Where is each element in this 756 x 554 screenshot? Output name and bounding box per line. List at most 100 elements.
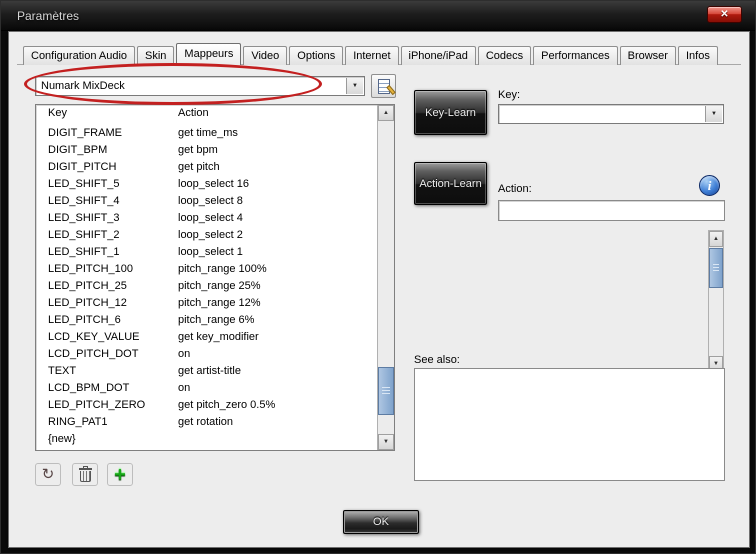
window-title: Paramètres <box>17 9 79 23</box>
scrollbar-thumb[interactable] <box>378 367 394 415</box>
description-scrollbar[interactable]: ▲ ▼ <box>708 230 724 373</box>
mapping-action: pitch_range 12% <box>178 295 261 312</box>
mapping-row[interactable]: LED_PITCH_6 pitch_range 6% <box>36 312 377 329</box>
mapping-row[interactable]: LED_SHIFT_1loop_select 1 <box>36 244 377 261</box>
mapping-action: get bpm <box>178 142 218 159</box>
list-header: Key Action <box>36 107 377 124</box>
mapping-key: LED_PITCH_ZERO <box>48 397 145 414</box>
mapping-key: RING_PAT1 <box>48 414 108 431</box>
mapping-row[interactable]: {new} <box>36 431 377 448</box>
list-rows: DIGIT_FRAMEget time_msDIGIT_BPMget bpmDI… <box>36 125 377 449</box>
chevron-down-icon[interactable]: ▼ <box>705 106 722 122</box>
mapping-key: TEXT <box>48 363 76 380</box>
close-icon: ✕ <box>720 9 728 20</box>
mapping-row[interactable]: LED_PITCH_ZERO get pitch_zero 0.5% <box>36 397 377 414</box>
plus-icon: + <box>114 466 126 484</box>
mapping-row[interactable]: LCD_KEY_VALUE get key_modifier <box>36 329 377 346</box>
mapping-row[interactable]: LED_PITCH_100 pitch_range 100% <box>36 261 377 278</box>
mapping-row[interactable]: DIGIT_FRAMEget time_ms <box>36 125 377 142</box>
see-also-list[interactable] <box>414 368 725 481</box>
mapping-key: LED_SHIFT_3 <box>48 210 120 227</box>
mapping-action: pitch_range 25% <box>178 278 261 295</box>
action-learn-button[interactable]: Action-Learn <box>414 162 487 205</box>
mapping-key: {new} <box>48 431 76 448</box>
action-label: Action: <box>498 183 532 195</box>
mapping-key: LED_PITCH_12 <box>48 295 127 312</box>
mapping-key: DIGIT_PITCH <box>48 159 116 176</box>
scroll-down-icon[interactable]: ▼ <box>378 434 394 450</box>
list-scrollbar[interactable]: ▲ ▼ <box>377 105 394 450</box>
mapping-row[interactable]: LED_PITCH_12 pitch_range 12% <box>36 295 377 312</box>
mapping-row[interactable]: LCD_PITCH_DOT on <box>36 346 377 363</box>
reload-icon: ↻ <box>42 467 55 482</box>
mapping-row[interactable]: LED_SHIFT_3 loop_select 4 <box>36 210 377 227</box>
mapping-action: get key_modifier <box>178 329 259 346</box>
scroll-up-icon[interactable]: ▲ <box>378 105 394 121</box>
mapping-action: get artist-title <box>178 363 241 380</box>
tab-browser[interactable]: Browser <box>620 46 676 65</box>
add-mapping-button[interactable]: + <box>107 463 133 486</box>
mapping-key: LED_SHIFT_1 <box>48 244 120 261</box>
tab-options[interactable]: Options <box>289 46 343 65</box>
mapping-action: get pitch_zero 0.5% <box>178 397 275 414</box>
mapping-row[interactable]: LED_PITCH_25pitch_range 25% <box>36 278 377 295</box>
tab-internet[interactable]: Internet <box>345 46 398 65</box>
tab-performances[interactable]: Performances <box>533 46 617 65</box>
mapping-row[interactable]: LCD_BPM_DOT on <box>36 380 377 397</box>
mapping-row[interactable]: LED_SHIFT_4 loop_select 8 <box>36 193 377 210</box>
tab-video[interactable]: Video <box>243 46 287 65</box>
mapping-action: loop_select 16 <box>178 176 249 193</box>
mapping-key: LCD_KEY_VALUE <box>48 329 140 346</box>
see-also-label: See also: <box>414 354 460 366</box>
mapping-key: LED_PITCH_100 <box>48 261 133 278</box>
scroll-up-icon[interactable]: ▲ <box>709 231 723 247</box>
mapping-row[interactable]: DIGIT_PITCH get pitch <box>36 159 377 176</box>
edit-mapper-button[interactable] <box>371 74 396 98</box>
mapping-action: pitch_range 6% <box>178 312 254 329</box>
mapping-action: loop_select 2 <box>178 227 243 244</box>
key-learn-button[interactable]: Key-Learn <box>414 90 487 135</box>
mapping-action: pitch_range 100% <box>178 261 267 278</box>
ok-button[interactable]: OK <box>343 510 419 534</box>
mapping-key: LED_SHIFT_5 <box>48 176 120 193</box>
mapping-page-icon <box>378 79 390 94</box>
mapping-action: on <box>178 380 190 397</box>
key-select[interactable]: ▼ <box>498 104 724 124</box>
chevron-down-icon[interactable]: ▼ <box>346 78 363 94</box>
mapping-row[interactable]: LED_SHIFT_5 loop_select 16 <box>36 176 377 193</box>
mapping-action: get pitch <box>178 159 220 176</box>
mapping-action: on <box>178 346 190 363</box>
tab-infos[interactable]: Infos <box>678 46 718 65</box>
mapping-action: get time_ms <box>178 125 238 142</box>
tab-codecs[interactable]: Codecs <box>478 46 531 65</box>
column-header-key: Key <box>48 107 67 119</box>
mapping-key: LED_SHIFT_4 <box>48 193 120 210</box>
action-input[interactable] <box>498 200 725 221</box>
mapping-key: LED_PITCH_6 <box>48 312 121 329</box>
tab-configuration-audio[interactable]: Configuration Audio <box>23 46 135 65</box>
mapping-key: LCD_BPM_DOT <box>48 380 129 397</box>
mapping-action: loop_select 8 <box>178 193 243 210</box>
column-header-action: Action <box>178 107 209 119</box>
mapping-key: LED_SHIFT_2 <box>48 227 120 244</box>
scrollbar-thumb[interactable] <box>709 248 723 288</box>
mapping-action: loop_select 4 <box>178 210 243 227</box>
mapping-row[interactable]: RING_PAT1get rotation <box>36 414 377 431</box>
key-select-value <box>504 105 703 123</box>
mapping-row[interactable]: LED_SHIFT_2 loop_select 2 <box>36 227 377 244</box>
tab-strip: Configuration AudioSkinMappeursVideoOpti… <box>23 43 720 65</box>
tab-mappeurs[interactable]: Mappeurs <box>176 43 241 65</box>
reset-mapping-button[interactable]: ↻ <box>35 463 61 486</box>
mapping-row[interactable]: TEXT get artist-title <box>36 363 377 380</box>
device-select[interactable]: Numark MixDeck ▼ <box>35 76 365 96</box>
titlebar: Paramètres ✕ <box>1 1 755 31</box>
trash-icon <box>79 467 92 483</box>
mapping-row[interactable]: DIGIT_BPMget bpm <box>36 142 377 159</box>
mapping-key: LCD_PITCH_DOT <box>48 346 138 363</box>
tab-skin[interactable]: Skin <box>137 46 174 65</box>
mapping-list[interactable]: Key Action DIGIT_FRAMEget time_msDIGIT_B… <box>35 104 395 451</box>
tab-iphone-ipad[interactable]: iPhone/iPad <box>401 46 476 65</box>
close-button[interactable]: ✕ <box>707 6 742 23</box>
delete-mapping-button[interactable] <box>72 463 98 486</box>
info-icon[interactable]: i <box>699 175 720 196</box>
